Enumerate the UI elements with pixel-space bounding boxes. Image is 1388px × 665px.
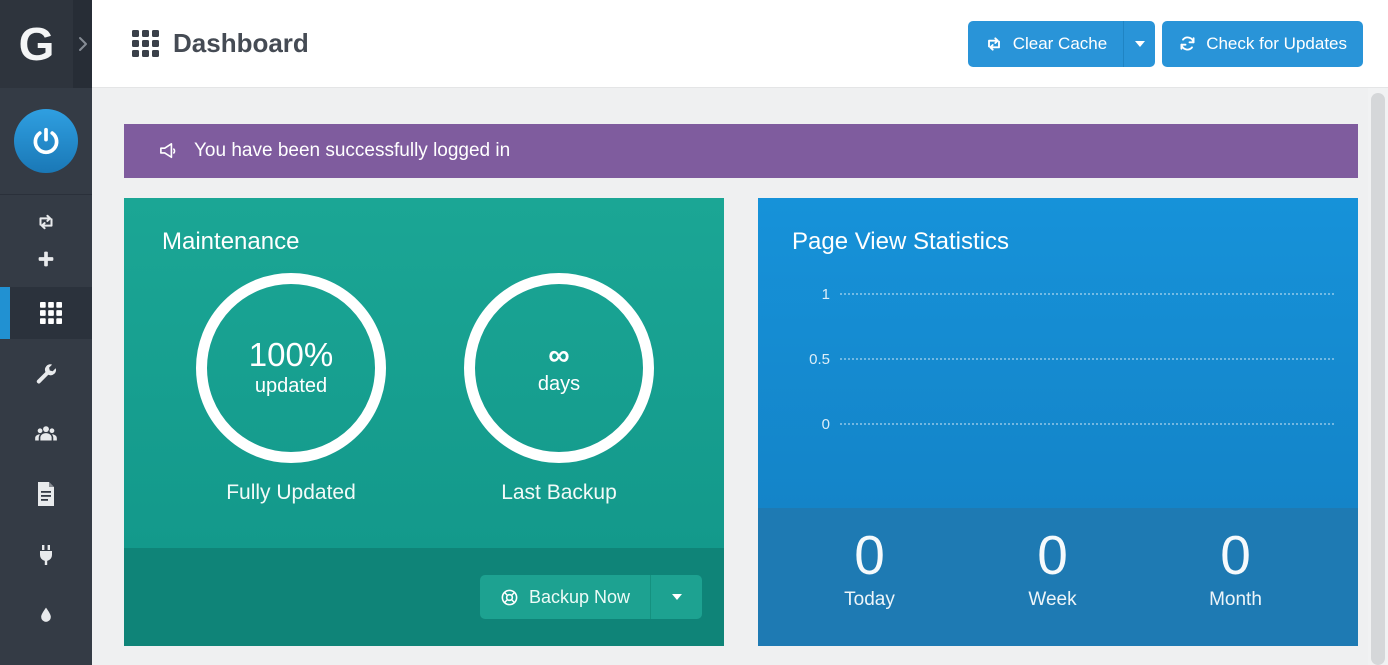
dotted-gridline xyxy=(840,423,1334,425)
admin-dashboard-page: G xyxy=(0,0,1388,665)
backup-unit: days xyxy=(538,373,580,396)
backup-gauge-label: Last Backup xyxy=(464,481,654,505)
stat-today: 0 Today xyxy=(778,508,961,646)
page-title: Dashboard xyxy=(173,28,309,59)
dotted-gridline xyxy=(840,293,1334,295)
refresh-icon xyxy=(1178,34,1197,53)
page-view-summary: 0 Today 0 Week 0 Month xyxy=(758,508,1358,646)
life-ring-icon xyxy=(500,588,519,607)
clear-cache-label: Clear Cache xyxy=(1013,34,1108,54)
logo-letter: G xyxy=(19,21,55,67)
chart-gridline-row: 0.5 xyxy=(774,349,1334,369)
stat-today-label: Today xyxy=(778,589,961,611)
updated-gauge: 100% updated xyxy=(196,273,386,463)
sidebar-item-dashboard[interactable] xyxy=(0,287,92,339)
power-button[interactable] xyxy=(14,109,78,173)
megaphone-icon xyxy=(158,140,181,163)
sidebar-item-appearance[interactable] xyxy=(0,586,92,646)
backup-value: ∞ xyxy=(548,340,569,372)
updated-gauge-label: Fully Updated xyxy=(196,481,386,505)
stat-week-value: 0 xyxy=(961,524,1144,586)
dotted-gridline xyxy=(840,358,1334,360)
sidebar-power-section xyxy=(0,88,92,195)
sidebar-item-modules[interactable] xyxy=(0,525,92,585)
maintenance-panel: Maintenance 100% updated ∞ days Fully Up… xyxy=(124,198,724,646)
chevron-right-icon xyxy=(78,36,88,52)
sidebar-collapse-toggle[interactable] xyxy=(73,0,92,88)
stat-today-value: 0 xyxy=(778,524,961,586)
backup-now-button[interactable]: Backup Now xyxy=(480,575,650,619)
document-icon xyxy=(35,482,57,506)
page-view-statistics-title: Page View Statistics xyxy=(792,228,1009,256)
updated-value: 100% xyxy=(249,338,333,373)
page-header: Dashboard Clear Cache xyxy=(92,0,1388,88)
sidebar-item-tools[interactable] xyxy=(0,345,92,405)
sidebar: G xyxy=(0,0,92,665)
backup-dropdown-toggle[interactable] xyxy=(650,575,702,619)
stat-month-value: 0 xyxy=(1144,524,1327,586)
y-tick-label: 0.5 xyxy=(774,351,830,368)
stat-month-label: Month xyxy=(1144,589,1327,611)
retweet-icon xyxy=(35,211,57,233)
header-actions: Clear Cache Check for Updates xyxy=(968,21,1363,67)
sidebar-item-users[interactable] xyxy=(0,405,92,463)
maintenance-footer: Backup Now xyxy=(124,548,724,646)
caret-down-icon xyxy=(1135,41,1145,47)
plug-icon xyxy=(34,543,58,567)
power-icon xyxy=(29,124,63,158)
backup-split-button: Backup Now xyxy=(480,575,702,619)
retweet-icon xyxy=(984,34,1004,54)
check-updates-button[interactable]: Check for Updates xyxy=(1162,21,1363,67)
grid-icon xyxy=(40,302,62,324)
scrollbar-track xyxy=(1368,88,1388,665)
clear-cache-dropdown-toggle[interactable] xyxy=(1123,21,1155,67)
chart-gridline-row: 1 xyxy=(774,284,1334,304)
backup-gauge: ∞ days xyxy=(464,273,654,463)
droplet-icon xyxy=(36,604,56,628)
login-notification: You have been successfully logged in xyxy=(124,124,1358,178)
maintenance-title: Maintenance xyxy=(162,228,299,256)
wrench-icon xyxy=(34,363,58,387)
updated-unit: updated xyxy=(255,375,327,398)
clear-cache-split-button: Clear Cache xyxy=(968,21,1156,67)
sidebar-item-refresh[interactable] xyxy=(0,204,92,240)
check-updates-label: Check for Updates xyxy=(1206,34,1347,54)
caret-down-icon xyxy=(672,594,682,600)
sidebar-item-pages[interactable] xyxy=(0,464,92,524)
backup-now-label: Backup Now xyxy=(529,587,630,608)
scrollbar-thumb[interactable] xyxy=(1371,93,1385,665)
notification-message: You have been successfully logged in xyxy=(194,140,510,162)
y-tick-label: 1 xyxy=(774,286,830,303)
logo[interactable]: G xyxy=(0,0,73,88)
page-view-statistics-panel: Page View Statistics 1 0.5 0 0 Today 0 W… xyxy=(758,198,1358,646)
users-icon xyxy=(33,421,59,447)
stat-week: 0 Week xyxy=(961,508,1144,646)
clear-cache-button[interactable]: Clear Cache xyxy=(968,34,1124,54)
sidebar-item-add[interactable] xyxy=(0,241,92,277)
stat-month: 0 Month xyxy=(1144,508,1327,646)
chart-gridline-row: 0 xyxy=(774,414,1334,434)
y-tick-label: 0 xyxy=(774,416,830,433)
stat-week-label: Week xyxy=(961,589,1144,611)
plus-icon xyxy=(35,248,57,270)
dashboard-grid-icon xyxy=(132,30,159,57)
